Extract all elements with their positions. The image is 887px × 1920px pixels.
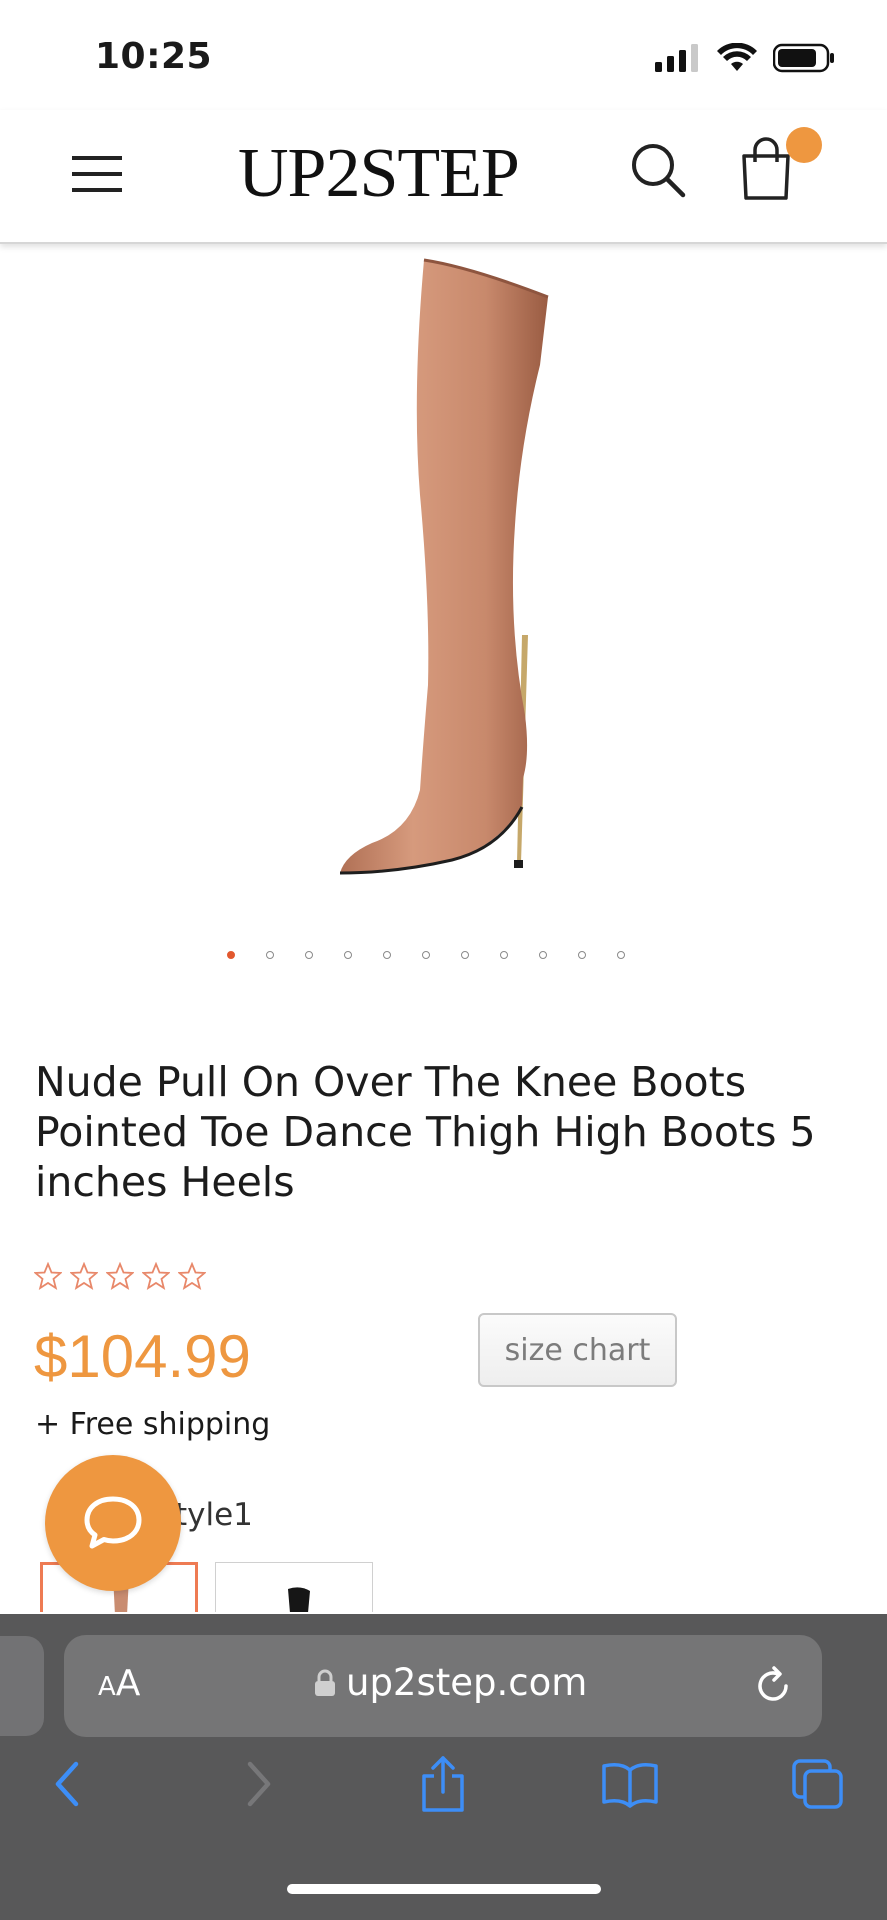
swatch-thumbnail: [288, 1587, 310, 1612]
star-icon: [178, 1262, 206, 1290]
menu-icon: [72, 156, 122, 192]
carousel-dot[interactable]: [578, 951, 586, 959]
carousel-dot[interactable]: [305, 951, 313, 959]
carousel-dot[interactable]: [227, 951, 235, 959]
status-time: 10:25: [95, 36, 213, 77]
reload-icon: [758, 1666, 788, 1701]
carousel-dot[interactable]: [617, 951, 625, 959]
product-title: Nude Pull On Over The Knee Boots Pointed…: [35, 1058, 816, 1206]
text-size-small: A: [98, 1672, 116, 1702]
menu-button[interactable]: [70, 152, 124, 196]
bookmarks-icon: [602, 1763, 658, 1808]
bookmarks-button[interactable]: [600, 1754, 660, 1814]
forward-icon: [247, 1761, 271, 1807]
url-display[interactable]: up2step.com: [314, 1661, 587, 1704]
carousel-dot[interactable]: [266, 951, 274, 959]
star-icon: [142, 1262, 170, 1290]
carousel-dot[interactable]: [461, 951, 469, 959]
carousel-dot[interactable]: [344, 951, 352, 959]
carousel-dot[interactable]: [539, 951, 547, 959]
style-swatch-black[interactable]: [215, 1562, 373, 1612]
search-icon: [632, 144, 686, 198]
tabs-button[interactable]: [788, 1754, 848, 1814]
forward-button[interactable]: [228, 1754, 288, 1814]
search-button[interactable]: [628, 140, 688, 200]
chat-button[interactable]: [45, 1455, 181, 1591]
battery-icon: [773, 43, 834, 73]
image-carousel-dots: [227, 951, 625, 959]
previous-tab-edge[interactable]: [0, 1636, 44, 1736]
product-price: $104.99: [34, 1323, 251, 1390]
text-size-button[interactable]: AA: [98, 1663, 140, 1704]
home-indicator: [287, 1884, 601, 1894]
carousel-dot[interactable]: [500, 951, 508, 959]
boot-image: [339, 258, 549, 875]
status-bar: 10:25: [0, 0, 887, 110]
share-icon: [422, 1756, 464, 1812]
star-icon: [34, 1262, 62, 1290]
size-chart-button[interactable]: size chart: [478, 1313, 677, 1387]
share-button[interactable]: [413, 1754, 473, 1814]
shipping-info: + Free shipping: [35, 1407, 271, 1442]
wifi-icon: [717, 43, 757, 71]
star-icon: [106, 1262, 134, 1290]
chat-bubble-icon: [84, 1496, 142, 1549]
carousel-dot[interactable]: [383, 951, 391, 959]
cellular-signal-icon: [655, 44, 698, 72]
browser-toolbar: AA up2step.com: [0, 1614, 887, 1920]
text-size-large: A: [115, 1663, 141, 1704]
reload-button[interactable]: [752, 1664, 796, 1708]
tabs-icon: [792, 1759, 843, 1809]
star-icon: [70, 1262, 98, 1290]
site-logo[interactable]: UP2STEP: [238, 134, 520, 214]
style-label: tyle1: [175, 1497, 253, 1533]
cart-badge: [786, 127, 822, 163]
url-text: up2step.com: [346, 1661, 588, 1704]
address-bar[interactable]: AA up2step.com: [64, 1635, 822, 1737]
product-image[interactable]: [0, 245, 887, 895]
back-icon: [55, 1761, 79, 1807]
status-icons: [655, 40, 835, 76]
carousel-dot[interactable]: [422, 951, 430, 959]
rating-stars[interactable]: [34, 1262, 206, 1290]
back-button[interactable]: [38, 1754, 98, 1814]
site-header: UP2STEP: [0, 110, 887, 244]
lock-icon: [315, 1669, 335, 1696]
